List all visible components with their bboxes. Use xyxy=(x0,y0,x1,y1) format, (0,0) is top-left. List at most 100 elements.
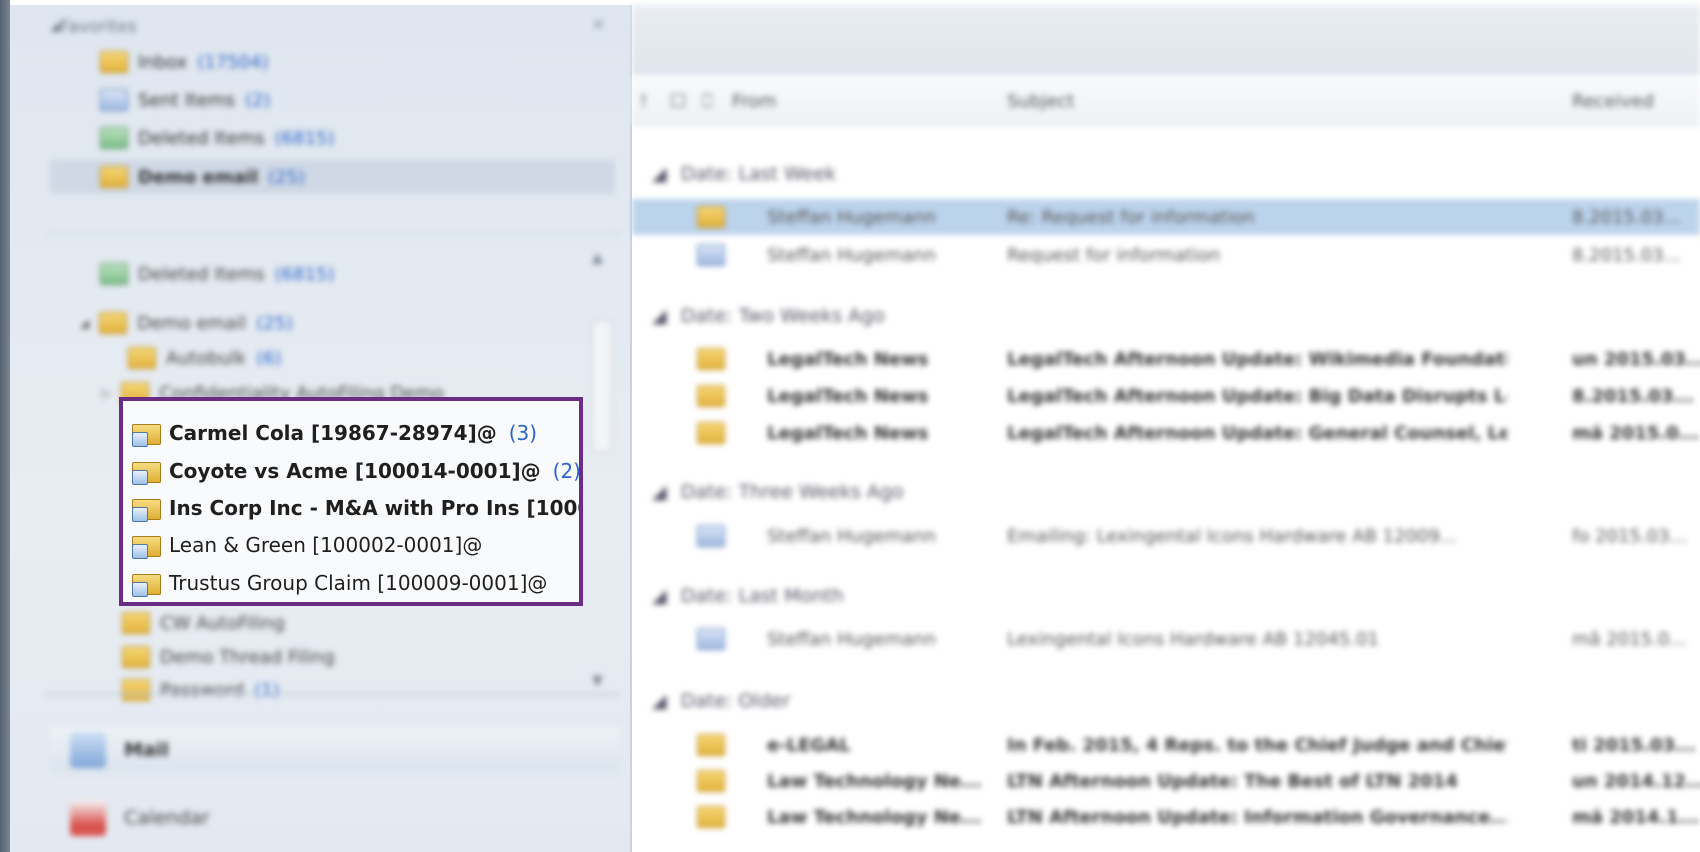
message-subject: LTN Afternoon Update: Information Govern… xyxy=(1007,807,1507,828)
collapse-icon[interactable]: ◢ xyxy=(652,305,667,327)
favorite-demo-email[interactable]: Demo email (25) xyxy=(50,160,615,194)
favorite-sent-items[interactable]: Sent Items (2) xyxy=(100,83,271,117)
matter-folder-icon xyxy=(131,570,161,597)
column-received[interactable]: Received xyxy=(1572,91,1654,112)
folder-icon xyxy=(128,347,156,369)
message-row[interactable]: Steffan Hugemann Emailing: Lexingental I… xyxy=(632,518,1700,554)
tree-password[interactable]: Password (1) xyxy=(122,675,280,705)
unread-count: (3) xyxy=(508,421,538,445)
collapse-favorites-icon[interactable]: ◢ xyxy=(50,19,60,34)
message-row[interactable]: Steffan Hugemann Re: Request for informa… xyxy=(632,199,1700,235)
nav-calendar-button[interactable]: Calendar xyxy=(50,795,620,841)
collapse-icon[interactable]: ◢ xyxy=(652,690,667,712)
message-received: ti 2015.03... xyxy=(1572,735,1696,756)
matter-folder-icon xyxy=(131,495,161,522)
minimize-pane-icon[interactable]: ✕ xyxy=(592,15,605,34)
matter-folder-icon xyxy=(131,458,161,485)
message-received: 8.2015.03... xyxy=(1572,207,1681,228)
group-title: Date: Older xyxy=(680,690,791,712)
folder-item-carmel-cola[interactable]: Carmel Cola [19867-28974]@ (3) xyxy=(131,418,537,448)
folder-icon xyxy=(122,679,150,701)
unread-envelope-icon xyxy=(697,422,725,444)
expand-icon[interactable]: ◢ xyxy=(80,316,89,330)
collapse-icon[interactable]: ◢ xyxy=(652,163,667,185)
message-received: un 2014.12... xyxy=(1572,771,1700,792)
favorite-deleted-items[interactable]: Deleted Items (6815) xyxy=(100,121,335,155)
group-header[interactable]: ◢ Date: Older xyxy=(652,690,790,712)
message-row[interactable]: LegalTech News LegalTech Afternoon Updat… xyxy=(632,378,1700,414)
unread-envelope-icon xyxy=(697,385,725,407)
folder-label: Lean & Green [100002-0001]@ xyxy=(169,533,483,557)
message-subject: LegalTech Afternoon Update: Wikimedia Fo… xyxy=(1007,349,1507,370)
reply-envelope-icon xyxy=(697,206,725,228)
calendar-icon xyxy=(70,800,106,836)
envelope-icon xyxy=(697,525,725,547)
message-from: e-LEGAL xyxy=(767,735,851,756)
folder-icon xyxy=(100,51,128,73)
column-header: ! ☐ ⎕ From Subject Received xyxy=(632,77,1700,126)
folder-item-ins-corp[interactable]: Ins Corp Inc - M&A with Pro Ins [10000 xyxy=(131,493,579,523)
collapse-icon[interactable]: ◢ xyxy=(652,585,667,607)
folder-item-trustus[interactable]: Trustus Group Claim [100009-0001]@ xyxy=(131,568,547,598)
folder-label: Demo email xyxy=(137,312,247,334)
folder-scrollbar-thumb[interactable] xyxy=(592,320,612,452)
message-row[interactable]: LegalTech News LegalTech Afternoon Updat… xyxy=(632,341,1700,377)
tree-demo-email[interactable]: ◢ Demo email (25) xyxy=(80,308,293,338)
scroll-down-icon[interactable]: ▼ xyxy=(592,673,603,689)
folder-label: Password xyxy=(160,679,245,701)
collapse-icon[interactable]: ◢ xyxy=(652,481,667,503)
column-subject[interactable]: Subject xyxy=(1007,91,1074,112)
message-row[interactable]: Steffan Hugemann Request for information… xyxy=(632,237,1700,273)
tree-demo-thread-filing[interactable]: Demo Thread Filing xyxy=(122,642,335,672)
group-header[interactable]: ◢ Date: Two Weeks Ago xyxy=(652,305,885,327)
message-from: LegalTech News xyxy=(767,423,929,444)
message-from: Steffan Hugemann xyxy=(767,526,936,547)
scroll-up-icon[interactable]: ▲ xyxy=(592,250,603,266)
collapse-icon[interactable]: ▷ xyxy=(102,386,111,400)
window-edge xyxy=(0,0,10,852)
group-header[interactable]: ◢ Date: Three Weeks Ago xyxy=(652,481,904,503)
folder-item-lean-green[interactable]: Lean & Green [100002-0001]@ xyxy=(131,530,482,560)
message-subject: Lexingental Icons Hardware AB 12045.01 xyxy=(1007,629,1379,650)
group-title: Date: Two Weeks Ago xyxy=(680,305,885,327)
attachment-icon[interactable]: ⎕ xyxy=(702,91,713,112)
message-from: LegalTech News xyxy=(767,349,929,370)
folder-label: Coyote vs Acme [100014-0001]@ xyxy=(169,459,541,483)
message-row[interactable]: LegalTech News LegalTech Afternoon Updat… xyxy=(632,415,1700,451)
deleted-items-icon xyxy=(100,127,128,149)
favorite-inbox[interactable]: Inbox (17504) xyxy=(100,45,269,79)
nav-mail-button[interactable]: Mail xyxy=(50,727,620,773)
column-from[interactable]: From xyxy=(732,91,777,112)
group-header[interactable]: ◢ Date: Last Month xyxy=(652,585,844,607)
message-row[interactable]: Law Technology Ne... LTN Afternoon Updat… xyxy=(632,799,1700,835)
message-received: 8.2015.03... xyxy=(1572,245,1681,266)
unread-count: (17504) xyxy=(197,51,269,73)
importance-icon[interactable]: ! xyxy=(640,91,647,112)
group-header[interactable]: ◢ Date: Last Week xyxy=(652,163,836,185)
folder-icon xyxy=(100,166,128,188)
reminder-icon[interactable]: ☐ xyxy=(670,91,686,112)
envelope-icon xyxy=(697,628,725,650)
favorites-header[interactable]: Favorites xyxy=(60,17,137,37)
folder-item-coyote-vs-acme[interactable]: Coyote vs Acme [100014-0001]@ (2) xyxy=(131,456,579,486)
message-row[interactable]: e-LEGAL In Feb. 2015, 4 Reps. to the Chi… xyxy=(632,727,1700,763)
unread-count: (25) xyxy=(256,312,294,334)
favorite-label: Deleted Items xyxy=(138,127,265,149)
favorites-divider xyxy=(45,233,620,234)
message-subject: Emailing: Lexingental Icons Hardware AB … xyxy=(1007,526,1457,547)
folder-icon xyxy=(122,612,150,634)
message-row[interactable]: Law Technology Ne... LTN Afternoon Updat… xyxy=(632,763,1700,799)
group-title: Date: Last Week xyxy=(680,163,837,185)
unread-envelope-icon xyxy=(697,770,725,792)
nav-divider xyxy=(45,693,620,695)
tree-cw-autofiling[interactable]: CW AutoFiling xyxy=(122,608,285,638)
tree-autobulk[interactable]: Autobulk (6) xyxy=(128,343,282,373)
nav-calendar-label: Calendar xyxy=(124,807,210,829)
unread-count: (25) xyxy=(268,166,305,188)
message-row[interactable]: Steffan Hugemann Lexingental Icons Hardw… xyxy=(632,621,1700,657)
favorite-label: Demo email xyxy=(138,166,258,188)
sent-folder-icon xyxy=(100,89,128,111)
group-title: Date: Three Weeks Ago xyxy=(680,481,904,503)
envelope-icon xyxy=(697,244,725,266)
tree-deleted-items[interactable]: Deleted Items (6815) xyxy=(100,259,335,289)
